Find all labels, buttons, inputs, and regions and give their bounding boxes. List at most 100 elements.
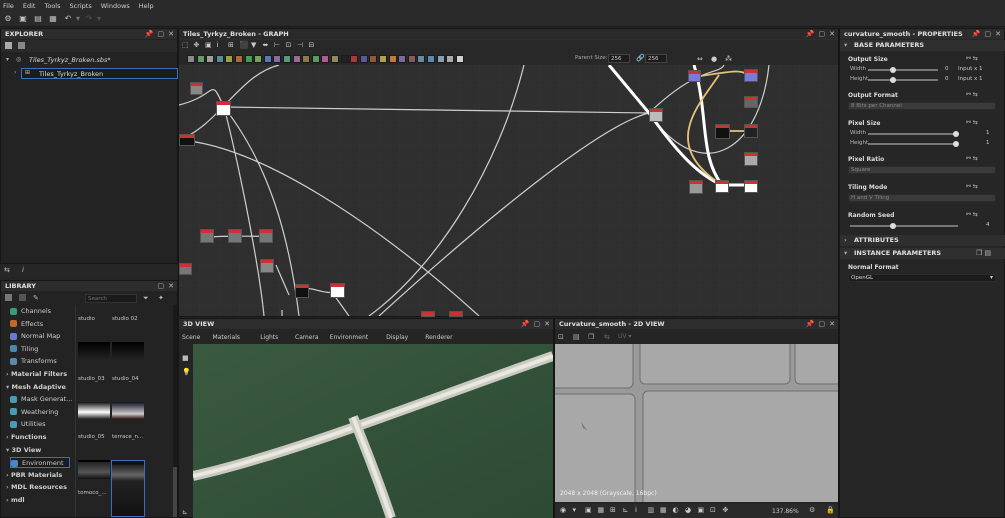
environment-thumbnail[interactable] [78,462,110,479]
graph-tool-icon[interactable]: ✥ [194,41,200,49]
gear-icon[interactable]: ⚙ [809,506,815,514]
float-icon[interactable]: ▢ [819,319,826,329]
menu-help[interactable]: Help [139,2,154,10]
pin-icon[interactable]: 📌 [806,319,815,329]
graph-node[interactable] [744,124,758,138]
view2d-tool-icon[interactable]: i [635,506,637,514]
environment-thumbnail-selected[interactable] [111,460,145,517]
output-width-mode[interactable]: Input x 1 [958,66,983,72]
library-search-input[interactable]: Search [85,294,137,303]
new-graph-icon[interactable]: ▣ [18,14,28,24]
graph-tool-icon[interactable]: ▼ [251,41,256,49]
new-package-icon[interactable]: ⚙ [3,14,13,24]
link-icon[interactable]: 🔗 [636,54,645,62]
lock-icon[interactable]: 🔒 [826,506,835,514]
view2d-tool-icon[interactable]: ◕ [685,506,691,514]
fit-icon[interactable]: ⊡ [558,333,564,341]
link-icon[interactable]: ⚯ ⇆ [966,91,978,98]
graph-node[interactable] [689,180,703,194]
graph-node[interactable] [190,82,203,95]
node-library-icon[interactable] [196,55,205,63]
close-icon[interactable]: ✕ [829,29,835,39]
menu-tools[interactable]: Tools [44,2,60,10]
new-icon[interactable] [18,42,25,49]
float-icon[interactable]: ▢ [534,319,541,329]
graph-node[interactable] [744,180,758,193]
random-seed-slider[interactable] [850,223,958,229]
library-tree-item[interactable]: Mask Generat... [10,394,72,405]
pin-icon[interactable]: 📌 [145,29,154,39]
undo-menu-icon[interactable]: ▾ [73,14,83,24]
menu-edit[interactable]: Edit [23,2,36,10]
view2d-tool-icon[interactable]: ▥ [648,506,655,514]
node-library-icon[interactable] [321,55,330,63]
graph-node[interactable] [744,152,758,166]
normal-format-select[interactable]: OpenGL [848,274,996,282]
environment-thumbnail[interactable] [112,402,144,419]
uv-dropdown[interactable]: UV ▾ [618,333,631,340]
library-tree-item[interactable]: Transforms [10,356,57,367]
graph-node[interactable] [179,134,195,146]
share-icon[interactable]: ⇆ [604,333,610,341]
library-folder-icon[interactable] [19,294,26,301]
library-tree-item[interactable]: Environment ... [10,457,70,478]
expand-icon[interactable]: ▾ [6,56,9,63]
library-tree-item[interactable]: › MDL Resources [6,482,67,493]
view2d-tool-icon[interactable]: ⊡ [710,506,716,514]
pixel-width-slider[interactable] [868,131,959,137]
axis-icon[interactable]: ⊾ [182,508,188,516]
node-library-icon[interactable] [311,55,320,63]
pin-icon[interactable]: 📌 [806,29,815,39]
graph-option-icon[interactable]: ⁂ [725,55,732,63]
graph-node[interactable] [688,70,701,82]
filter-icon[interactable]: ⇆ [4,266,10,274]
view2d-tool-icon[interactable]: ▾ [573,506,577,514]
node-library-icon[interactable] [398,55,407,63]
graph-node[interactable] [216,101,231,116]
close-icon[interactable]: ✕ [829,319,835,329]
redo-icon[interactable]: ↷ [84,14,94,24]
attributes-header[interactable]: › ATTRIBUTES [840,235,1005,246]
library-tree-item[interactable]: Tiling [10,344,38,355]
output-width-value[interactable]: 0 [945,66,949,72]
library-tree-item[interactable]: › mdl [6,495,25,506]
view2d-tool-icon[interactable]: ⊞ [610,506,616,514]
graph-node[interactable] [295,284,309,298]
menu-file[interactable]: File [3,2,14,10]
library-tree-item[interactable]: › PBR Materials [6,470,62,481]
info-icon[interactable]: i [22,266,24,274]
environment-thumbnail[interactable] [112,342,144,359]
node-library-icon[interactable] [407,55,416,63]
view2d-tool-icon[interactable]: ◉ [560,506,566,514]
view2d-viewport[interactable] [555,344,838,502]
output-height-mode[interactable]: Input x 1 [958,76,983,82]
view2d-tool-icon[interactable]: ▦ [598,506,605,514]
link-icon[interactable]: ⚯ ⇆ [966,183,978,190]
graph-node[interactable] [449,311,463,317]
graph-tool-icon[interactable]: ⊣ [297,41,303,49]
graph-tool-icon[interactable]: ⊢ [274,41,280,49]
pixel-width-value[interactable]: 1 [986,130,990,136]
graph-node[interactable] [260,259,274,273]
redo-menu-icon[interactable]: ▾ [94,14,104,24]
copy-icon[interactable]: ❐ [588,333,594,341]
library-tree-item[interactable]: › Material Filters [6,369,67,380]
graph-node[interactable] [179,263,192,275]
environment-thumbnail[interactable] [78,342,110,359]
float-icon[interactable]: ▢ [158,29,165,39]
base-parameters-header[interactable]: ▾ BASE PARAMETERS [840,40,1005,51]
node-library-icon[interactable] [302,55,311,63]
output-format-select[interactable]: 8 Bits per Channel [848,102,996,110]
undo-icon[interactable]: ↶ [63,14,73,24]
library-add-icon[interactable] [5,294,12,301]
open-folder-icon[interactable]: ▤ [33,14,43,24]
view3d-viewport[interactable] [193,344,553,518]
node-library-icon[interactable] [273,55,282,63]
node-library-icon[interactable] [244,55,253,63]
output-height-slider[interactable] [868,77,938,83]
graph-node[interactable] [259,229,273,243]
graph-node[interactable] [744,69,758,82]
pixel-height-slider[interactable] [868,141,959,147]
graph-node[interactable] [228,229,242,243]
save-image-icon[interactable]: ▤ [573,333,580,341]
